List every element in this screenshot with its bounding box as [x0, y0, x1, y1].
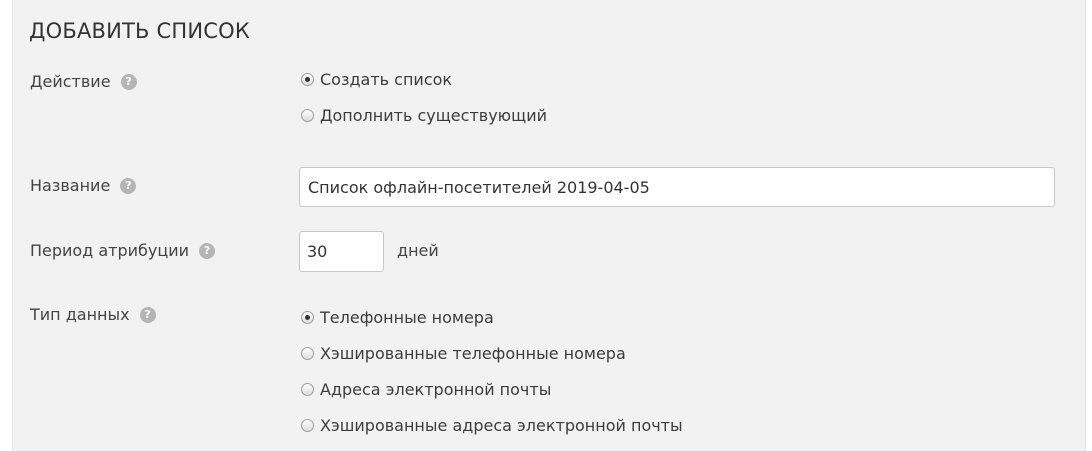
radio-phone-numbers[interactable]: Телефонные номера — [301, 308, 494, 327]
radio-button-icon[interactable] — [301, 109, 314, 122]
attribution-label: Период атрибуции — [30, 241, 190, 260]
radio-button-icon[interactable] — [301, 419, 314, 432]
radio-button-checked-icon[interactable] — [301, 311, 314, 324]
radio-phone-numbers-label: Телефонные номера — [320, 308, 494, 327]
name-help-icon[interactable]: ? — [120, 177, 137, 194]
radio-append-existing-label: Дополнить существующий — [320, 106, 547, 125]
add-list-panel: ДОБАВИТЬ СПИСОК Действие ? Создать списо… — [12, 0, 1086, 451]
radio-button-checked-icon[interactable] — [301, 73, 314, 86]
radio-hashed-emails[interactable]: Хэшированные адреса электронной почты — [301, 416, 683, 435]
radio-hashed-phone-numbers[interactable]: Хэшированные телефонные номера — [301, 344, 626, 363]
radio-create-list-label: Создать список — [320, 70, 453, 89]
radio-button-icon[interactable] — [301, 347, 314, 360]
data-type-help-icon[interactable]: ? — [139, 306, 156, 323]
attribution-unit: дней — [397, 241, 439, 260]
page-title: ДОБАВИТЬ СПИСОК — [29, 19, 250, 43]
radio-create-list[interactable]: Создать список — [301, 70, 452, 89]
radio-emails-label: Адреса электронной почты — [320, 380, 552, 399]
name-label: Название — [30, 176, 111, 195]
radio-hashed-phone-numbers-label: Хэшированные телефонные номера — [320, 344, 626, 363]
action-help-icon[interactable]: ? — [120, 73, 137, 90]
attribution-label-row: Период атрибуции ? — [30, 241, 216, 260]
radio-hashed-emails-label: Хэшированные адреса электронной почты — [320, 416, 683, 435]
radio-append-existing[interactable]: Дополнить существующий — [301, 106, 547, 125]
attribution-period-input[interactable] — [299, 231, 384, 272]
action-label-row: Действие ? — [30, 72, 137, 91]
attribution-help-icon[interactable]: ? — [199, 242, 216, 259]
list-name-input[interactable] — [299, 167, 1055, 207]
radio-emails[interactable]: Адреса электронной почты — [301, 380, 551, 399]
data-type-label-row: Тип данных ? — [30, 305, 156, 324]
action-label: Действие — [30, 72, 111, 91]
radio-button-icon[interactable] — [301, 383, 314, 396]
name-label-row: Название ? — [30, 176, 137, 195]
data-type-label: Тип данных — [30, 305, 130, 324]
